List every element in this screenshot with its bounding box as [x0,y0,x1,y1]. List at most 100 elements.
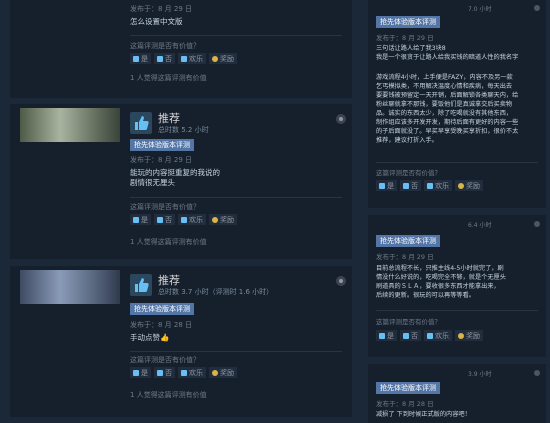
avatar[interactable] [20,108,120,142]
vote-no-button[interactable]: 否 [400,180,421,191]
vote-buttons: 是 否 欢乐 奖励 [130,367,237,378]
early-access-tag: 抢先体验版本评测 [130,303,194,315]
thumbs-down-icon [157,55,163,62]
playtime: 6.4 小时 [468,222,492,229]
steam-icon [336,276,346,286]
review-card: 发布于：8 月 29 日 怎么设置中文版 这篇评测是否有价值？ 是 否 欢乐 奖… [10,0,352,98]
helpful-question: 这篇评测是否有价值？ [130,42,200,50]
vote-yes-button[interactable]: 是 [130,53,151,64]
left-review-column: 发布于：8 月 29 日 怎么设置中文版 这篇评测是否有价值？ 是 否 欢乐 奖… [0,0,358,423]
divider [376,310,538,311]
posted-date: 发布于：8 月 28 日 [130,321,193,329]
steam-icon [534,5,540,11]
review-text-line: 推荐，建议打折入手。 [376,137,438,144]
right-review-column: 7.0 小时 抢先体验版本评测 发布于：8 月 29 日 三句话让路人给了我3块… [362,0,550,423]
vote-yes-button[interactable]: 是 [130,367,151,378]
early-access-tag: 抢先体验版本评测 [130,139,194,151]
vote-yes-button[interactable]: 是 [376,180,397,191]
thumbs-up-icon [130,274,152,296]
thumbs-up-icon [133,216,139,223]
helpful-question: 这篇评测是否有价值？ [130,356,200,364]
review-text-line: 乞丐模拟类，不用解决温度心情和疾病，每天出去 [376,83,513,90]
vote-funny-button[interactable]: 欢乐 [424,180,452,191]
vote-no-button[interactable]: 否 [400,330,421,341]
thumbs-up-icon [130,112,152,134]
posted-date: 发布于：8 月 29 日 [376,34,434,42]
vote-buttons: 是 否 欢乐 奖励 [130,214,237,225]
steam-icon [534,221,540,227]
divider [130,197,342,198]
review-text-line: 制作组应该多开发开发，期待后面有更好的内容一些 [376,119,519,126]
vote-buttons: 是 否 欢乐 奖励 [376,180,483,191]
helpful-question: 这篇评测是否有价值？ [376,318,441,326]
vote-buttons: 是 否 欢乐 奖励 [376,330,483,341]
review-text-line: 我是一个很贪于让路人给我买钱的暗道人性的我名字 [376,54,519,61]
helpful-question: 这篇评测是否有价值？ [376,169,441,177]
vote-funny-button[interactable]: 欢乐 [178,214,206,225]
award-icon [458,182,464,189]
award-button[interactable]: 奖励 [209,214,237,225]
divider [130,351,342,352]
smile-icon [181,369,187,376]
vote-no-button[interactable]: 否 [154,367,175,378]
helpful-count: 1 人觉得这篇评测有价值 [130,391,207,399]
review-text-line: 后续的更新。很玩的可以再等等看。 [376,292,475,299]
review-text: 手动点赞👍 [130,333,170,342]
review-text: 怎么设置中文版 [130,17,183,26]
steam-icon [534,370,540,376]
vote-no-button[interactable]: 否 [154,53,175,64]
review-text-line: 粉丝聊就拿不那钱，要饭他们是真诚拿交后买卖物 [376,101,513,108]
review-card: 推荐 总时数 3.7 小时（评测时 1.6 小时） 抢先体验版本评测 发布于：8… [10,266,352,417]
vote-funny-button[interactable]: 欢乐 [178,367,206,378]
thumbs-down-icon [403,182,409,189]
smile-icon [181,55,187,62]
review-verdict: 推荐 [158,274,180,287]
award-button[interactable]: 奖励 [455,330,483,341]
posted-date: 发布于：8 月 29 日 [376,253,434,261]
divider [130,35,342,36]
steam-icon [336,114,346,124]
award-button[interactable]: 奖励 [455,180,483,191]
vote-no-button[interactable]: 否 [154,214,175,225]
vote-yes-button[interactable]: 是 [376,330,397,341]
helpful-question: 这篇评测是否有价值？ [130,203,200,211]
posted-date: 发布于：8 月 28 日 [376,400,434,408]
thumbs-down-icon [157,216,163,223]
posted-date: 发布于：8 月 29 日 [130,156,193,164]
divider [376,162,538,163]
thumbs-up-icon [379,182,385,189]
review-text-line: 三句话让路人给了我3块8 [376,45,446,52]
review-text: 减损了 下到时候正式版的内容吧！ [376,411,471,418]
vote-yes-button[interactable]: 是 [130,214,151,225]
award-icon [212,55,218,62]
review-text-line: 要要钱被预留定一天开销，后面解锁各类聊天内，给 [376,92,519,99]
thumbs-down-icon [403,332,409,339]
award-icon [458,332,464,339]
smile-icon [427,182,433,189]
vote-funny-button[interactable]: 欢乐 [178,53,206,64]
playtime: 总时数 3.7 小时（评测时 1.6 小时） [158,288,274,296]
playtime: 7.0 小时 [468,6,492,13]
review-text-line: 的子后面就没了。早买早享受晚买享折扣，很价不太 [376,128,519,135]
vote-funny-button[interactable]: 欢乐 [424,330,452,341]
thumbs-down-icon [157,369,163,376]
award-button[interactable]: 奖励 [209,53,237,64]
review-text-line: 情没什么好说的，吃喝完全不够，就是个无厘头 [376,274,506,281]
review-card: 3.9 小时 抢先体验版本评测 发布于：8 月 28 日 减损了 下到时候正式版… [368,364,546,423]
helpful-count: 1 人觉得这篇评测有价值 [130,74,207,82]
early-access-tag: 抢先体验版本评测 [376,235,440,247]
review-text-line: 能玩的内容挺重复的我说的 [130,168,220,177]
playtime: 3.9 小时 [468,371,492,378]
vote-buttons: 是 否 欢乐 奖励 [130,53,237,64]
review-verdict: 推荐 [158,112,180,125]
playtime: 总时数 5.2 小时 [158,126,209,134]
review-card: 推荐 总时数 5.2 小时 抢先体验版本评测 发布于：8 月 29 日 能玩的内… [10,104,352,259]
review-text-line: 游戏流程4小时，上手便是FAZY，内容不及另一款 [376,74,513,81]
thumbs-up-icon [379,332,385,339]
review-text-line: 刷道具的ＳＬＡ，要收很多东西才能拿出来， [376,283,500,290]
avatar[interactable] [20,270,120,304]
smile-icon [181,216,187,223]
award-button[interactable]: 奖励 [209,367,237,378]
smile-icon [427,332,433,339]
helpful-count: 1 人觉得这篇评测有价值 [130,238,207,246]
